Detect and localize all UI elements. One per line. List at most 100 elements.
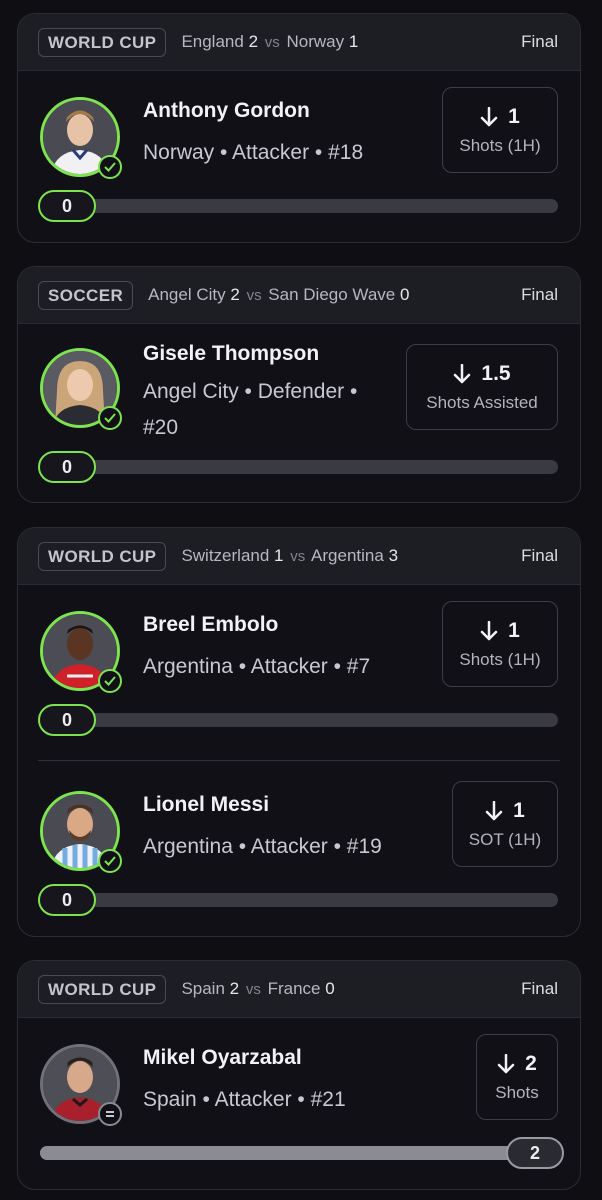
stat-label: Shots (1H) [459,135,541,155]
player-row[interactable]: Lionel Messi Argentina • Attacker • #19 … [18,781,580,931]
arrow-down-icon [480,620,498,640]
game-status: Final [521,32,558,51]
player-meta: Angel City • Defender • #20 [143,374,357,446]
progress-value: 0 [38,704,96,736]
home-team: Angel City [148,285,226,304]
home-team: Switzerland [181,546,270,565]
player-row[interactable]: Gisele Thompson Angel City • Defender • … [18,342,580,494]
progress-bar: 2 [40,1137,564,1169]
away-team: France [267,979,321,998]
vs-label: vs [246,287,262,304]
stat-label: Shots Assisted [426,392,538,412]
stat-box[interactable]: 1.5 Shots Assisted [406,344,558,430]
stat-box[interactable]: 1 SOT (1H) [452,781,558,867]
player-name: Lionel Messi [143,793,270,816]
home-score: 2 [248,32,259,51]
league-badge: SOCCER [38,280,134,310]
checkmark-icon [98,849,122,873]
stat-line: 1 [480,105,520,129]
player-avatar [40,791,122,873]
stat-label: Shots (1H) [459,649,541,669]
away-team: Norway [286,32,345,51]
game-status: Final [521,979,558,998]
card-header: SOCCER Angel City 2 vs San Diego Wave 0 … [18,267,580,324]
stat-line: 1.5 [453,361,511,386]
home-score: 2 [230,285,240,304]
matchup: Switzerland 1 vs Argentina 3 [181,546,398,566]
stat-value: 1 [508,104,520,128]
card-header: WORLD CUP England 2 vs Norway 1 Final [18,14,580,71]
player-name: Mikel Oyarzabal [143,1046,302,1069]
matchup: Angel City 2 vs San Diego Wave 0 [148,285,409,305]
player-name: Anthony Gordon [143,99,310,122]
checkmark-icon [98,155,122,179]
player-meta-line: Argentina • Attacker • #7 [143,655,371,678]
player-meta-line: Argentina • Attacker • #19 [143,835,382,858]
stat-value: 1 [513,798,525,822]
matchup: Spain 2 vs France 0 [181,979,334,999]
home-score: 1 [274,546,284,565]
player-avatar [40,348,122,430]
stat-value: 1.5 [481,361,511,385]
vs-label: vs [290,548,306,565]
pick-card-4[interactable]: WORLD CUP Spain 2 vs France 0 Final Mike… [17,960,581,1190]
away-score: 3 [388,546,399,565]
pick-card-2[interactable]: SOCCER Angel City 2 vs San Diego Wave 0 … [17,266,581,503]
player-row[interactable]: Anthony Gordon Norway • Attacker • #18 1… [18,87,580,232]
stat-line: 1 [480,619,520,643]
matchup: England 2 vs Norway 1 [181,32,358,52]
player-meta: Argentina • Attacker • #7 [143,649,370,685]
player-name: Breel Embolo [143,613,279,636]
home-score: 2 [229,979,240,998]
league-badge: WORLD CUP [38,541,167,571]
progress-bar: 0 [38,884,558,916]
player-meta: Norway • Attacker • #18 [143,135,363,171]
player-name: Gisele Thompson [143,342,320,365]
away-team: San Diego Wave [268,285,396,304]
league-badge: WORLD CUP [38,27,167,57]
league-badge: WORLD CUP [38,974,167,1004]
progress-bar: 0 [38,190,558,222]
stat-line: 1 [485,799,525,823]
stat-label: Shots [495,1082,539,1102]
stat-box[interactable]: 2 Shots [476,1034,558,1120]
arrow-down-icon [480,106,498,126]
progress-fill [40,1146,560,1160]
player-meta: Argentina • Attacker • #19 [143,829,382,865]
game-status: Final [521,285,558,304]
away-score: 0 [325,979,335,998]
game-status: Final [521,546,558,565]
stat-box[interactable]: 1 Shots (1H) [442,87,558,173]
home-team: Spain [181,979,225,998]
pick-card-3[interactable]: WORLD CUP Switzerland 1 vs Argentina 3 F… [17,527,581,937]
vs-label: vs [245,981,261,998]
stat-line: 2 [497,1052,537,1076]
progress-bar: 0 [38,451,558,483]
player-avatar [40,1044,122,1126]
arrow-down-icon [497,1053,515,1073]
pick-card-1[interactable]: WORLD CUP England 2 vs Norway 1 Final An… [17,13,581,243]
player-row[interactable]: Breel Embolo Argentina • Attacker • #7 1… [18,601,580,751]
player-meta-line: Norway • Attacker • #18 [143,141,364,164]
progress-value: 0 [38,190,96,222]
stat-value: 1 [508,618,520,642]
progress-value: 0 [38,884,96,916]
player-meta-line: #20 [143,416,179,439]
player-meta: Spain • Attacker • #21 [143,1082,346,1118]
away-team: Argentina [311,546,384,565]
arrow-down-icon [485,800,503,820]
stat-value: 2 [525,1051,537,1075]
equals-icon [98,1102,122,1126]
away-score: 0 [399,285,410,304]
card-header: WORLD CUP Spain 2 vs France 0 Final [18,961,580,1018]
home-team: England [181,32,244,51]
checkmark-icon [98,406,122,430]
stat-box[interactable]: 1 Shots (1H) [442,601,558,687]
progress-bar: 0 [38,704,558,736]
progress-value: 0 [38,451,96,483]
progress-value: 2 [506,1137,564,1169]
vs-label: vs [264,34,280,51]
row-divider [38,760,560,761]
player-row[interactable]: Mikel Oyarzabal Spain • Attacker • #21 2… [18,1034,580,1184]
away-score: 1 [348,32,359,51]
